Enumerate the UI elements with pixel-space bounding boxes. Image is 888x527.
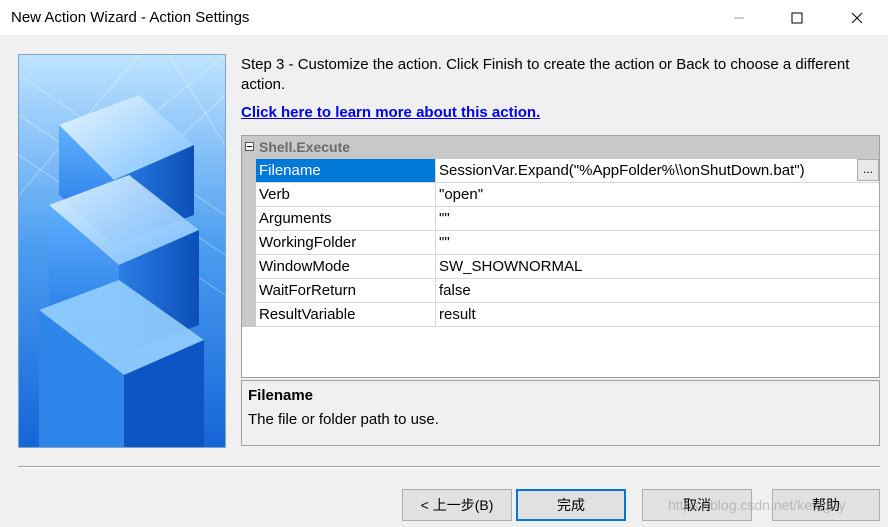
property-value[interactable]: false [437, 279, 879, 302]
category-label: Shell.Execute [259, 139, 351, 155]
property-grid[interactable]: Shell.Execute Filename SessionVar.Expand… [241, 135, 880, 378]
property-name[interactable]: WaitForReturn [256, 279, 436, 302]
finish-button[interactable]: 完成 [516, 489, 626, 521]
property-name[interactable]: WindowMode [256, 255, 436, 278]
property-name[interactable]: WorkingFolder [256, 231, 436, 254]
property-value[interactable]: SW_SHOWNORMAL [437, 255, 879, 278]
property-name[interactable]: Arguments [256, 207, 436, 230]
step-instructions: Step 3 - Customize the action. Click Fin… [241, 56, 850, 93]
collapse-icon[interactable] [245, 142, 254, 151]
property-name[interactable]: Verb [256, 183, 436, 206]
description-title: Filename [248, 387, 314, 404]
property-name[interactable]: Filename [256, 159, 436, 182]
property-value[interactable]: result [437, 303, 879, 326]
window-title: New Action Wizard - Action Settings [11, 9, 250, 26]
close-button[interactable] [834, 0, 880, 35]
minimize-icon [734, 17, 744, 18]
property-value[interactable]: SessionVar.Expand("%AppFolder%\\onShutDo… [437, 159, 879, 182]
category-row[interactable]: Shell.Execute [242, 136, 879, 159]
maximize-button[interactable] [774, 0, 820, 35]
property-row-resultvariable[interactable]: ResultVariable result [256, 303, 879, 327]
maximize-icon [791, 12, 803, 23]
property-value[interactable]: "" [437, 207, 879, 230]
property-name[interactable]: ResultVariable [256, 303, 436, 326]
learn-more-link[interactable]: Click here to learn more about this acti… [241, 104, 540, 121]
separator [18, 466, 880, 468]
property-row-workingfolder[interactable]: WorkingFolder "" [256, 231, 879, 255]
wizard-side-image [18, 54, 226, 448]
title-bar: New Action Wizard - Action Settings [0, 0, 888, 35]
property-row-waitforreturn[interactable]: WaitForReturn false [256, 279, 879, 303]
property-row-verb[interactable]: Verb "open" [256, 183, 879, 207]
back-button[interactable]: < 上一步(B) [402, 489, 512, 521]
browse-button[interactable]: ... [857, 159, 879, 181]
property-row-windowmode[interactable]: WindowMode SW_SHOWNORMAL [256, 255, 879, 279]
grid-margin [242, 159, 256, 327]
description-text: The file or folder path to use. [248, 411, 439, 428]
description-panel: Filename The file or folder path to use. [241, 380, 880, 446]
minimize-button[interactable] [716, 0, 762, 35]
property-row-filename[interactable]: Filename SessionVar.Expand("%AppFolder%\… [256, 159, 879, 183]
close-icon [851, 12, 863, 23]
property-value[interactable]: "open" [437, 183, 879, 206]
watermark: https://blog.csdn.net/keleguy [668, 497, 846, 513]
property-value[interactable]: "" [437, 231, 879, 254]
property-row-arguments[interactable]: Arguments "" [256, 207, 879, 231]
